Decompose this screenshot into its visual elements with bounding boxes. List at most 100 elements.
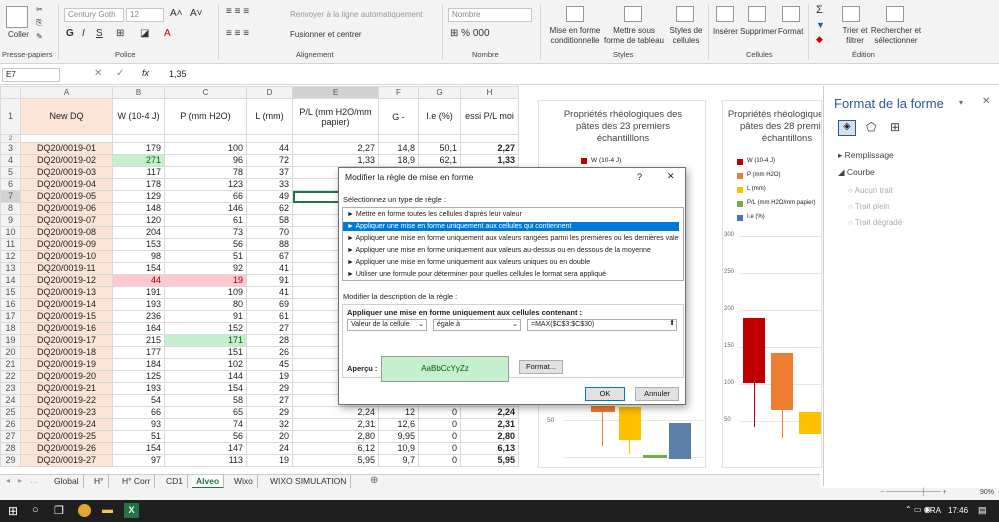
cell[interactable]: DQ20/0019-24 [20,418,113,431]
cell[interactable]: 2,80 [292,430,379,443]
cell[interactable]: 9,95 [378,430,419,443]
cell[interactable]: DQ20/0019-10 [20,250,113,263]
cell[interactable]: 29 [246,406,293,419]
cell[interactable]: 148 [112,202,165,215]
pane-close-icon[interactable]: ✕ [982,96,990,107]
fill-section-toggle[interactable]: ▸ Remplissage [838,150,894,161]
row-header[interactable]: 23 [0,382,21,395]
tab-scroll-left-icon[interactable]: ◂ [6,476,10,485]
cell[interactable]: DQ20/0019-08 [20,226,113,239]
cell[interactable] [460,134,519,143]
cell[interactable]: 91 [246,274,293,287]
cell[interactable]: 0 [418,454,461,467]
cell[interactable]: 204 [112,226,165,239]
format-table-button[interactable]: Mettre sous forme de tableau [602,26,666,46]
cell[interactable]: 12 [378,406,419,419]
cell[interactable]: 179 [112,142,165,155]
clock[interactable]: 17:46 [948,506,968,515]
cell[interactable]: 62 [246,202,293,215]
cell[interactable]: 0 [418,430,461,443]
cell[interactable] [164,134,247,143]
cell[interactable]: 58 [164,394,247,407]
cell[interactable]: 58 [246,214,293,227]
cell[interactable]: 215 [112,334,165,347]
no-line-radio[interactable]: ○ Aucun trait [848,186,893,195]
column-header[interactable]: G [418,86,461,99]
cell[interactable]: DQ20/0019-12 [20,274,113,287]
tab-scroll-right-icon[interactable]: ▸ [18,476,22,485]
sheet-tab[interactable]: H° [90,475,109,489]
cell[interactable]: 88 [246,238,293,251]
range-select-icon[interactable]: ⬆ [669,319,675,327]
header-cell[interactable]: I.e (%) [418,98,461,135]
row-header[interactable]: 20 [0,346,21,359]
fill-line-icon[interactable]: ◈ [838,120,856,136]
cell[interactable]: DQ20/0019-27 [20,454,113,467]
row-header[interactable]: 8 [0,202,21,215]
cell[interactable]: 1,33 [460,154,519,167]
cut-icon[interactable]: ✂ [36,5,43,14]
cell[interactable]: DQ20/0019-22 [20,394,113,407]
cell[interactable]: 93 [112,418,165,431]
column-header[interactable]: B [112,86,165,99]
cell[interactable]: 151 [164,346,247,359]
rule-type-item[interactable]: ► Appliquer une mise en forme uniquement… [343,246,679,255]
box-plot[interactable] [619,407,641,440]
format-table-icon[interactable] [624,6,642,22]
row-header[interactable]: 29 [0,454,21,467]
cell[interactable]: 152 [164,322,247,335]
sheet-tab[interactable]: Wixo [230,475,258,489]
column-header[interactable]: H [460,86,519,99]
cell[interactable]: 73 [164,226,247,239]
cell[interactable]: DQ20/0019-14 [20,298,113,311]
operator-select[interactable]: égale à ⌄ [433,319,521,331]
header-cell[interactable]: essi P/L moi [460,98,519,135]
cell[interactable]: 147 [164,442,247,455]
cell[interactable]: 146 [164,202,247,215]
sheet-tab[interactable]: H° Corr [118,475,156,489]
box-plot[interactable] [799,412,821,434]
cell[interactable]: 49 [246,190,293,203]
cell[interactable]: 193 [112,298,165,311]
row-header[interactable]: 3 [0,142,21,155]
fx-icon[interactable]: fx [142,68,149,78]
row-header[interactable]: 2 [0,134,21,143]
cell[interactable]: 14,8 [378,142,419,155]
cell[interactable]: 96 [164,154,247,167]
cancel-icon[interactable]: ✕ [94,68,102,79]
solid-line-radio[interactable]: ○ Trait plein [848,202,890,211]
cell[interactable] [20,134,113,143]
clear-icon[interactable]: ◆ [816,34,823,45]
cell[interactable]: 50,1 [418,142,461,155]
cell[interactable]: DQ20/0019-20 [20,370,113,383]
box-plot[interactable] [771,353,793,410]
help-button[interactable]: ? [637,172,642,182]
windows-start-icon[interactable]: ⊞ [8,504,18,518]
font-name-box[interactable]: Century Goth [64,8,124,22]
sheet-tab[interactable]: Alveo [192,475,225,489]
condition-type-select[interactable]: Valeur de la cellule ⌄ [347,319,427,331]
cell[interactable]: 125 [112,370,165,383]
row-header[interactable]: 11 [0,238,21,251]
conditional-format-icon[interactable] [566,6,584,22]
align-top-icon[interactable]: ≡ ≡ ≡ [226,6,249,17]
cell[interactable]: 61 [246,310,293,323]
cell[interactable]: DQ20/0019-18 [20,346,113,359]
cell[interactable]: 70 [246,226,293,239]
cell[interactable]: 56 [164,430,247,443]
row-header[interactable]: 24 [0,394,21,407]
cell[interactable]: 51 [112,430,165,443]
cell[interactable]: DQ20/0019-06 [20,202,113,215]
fill-color-icon[interactable]: ◪ [140,28,149,39]
row-header[interactable]: 7 [0,190,21,203]
cell[interactable]: 2,27 [292,142,379,155]
close-dialog-button[interactable]: ✕ [667,171,675,182]
row-header[interactable]: 9 [0,214,21,227]
excel-taskbar-icon[interactable]: X [124,503,139,518]
cell[interactable]: 0 [418,418,461,431]
cell[interactable]: 102 [164,358,247,371]
cell[interactable]: DQ20/0019-09 [20,238,113,251]
cell[interactable]: 178 [112,178,165,191]
sheet-tab[interactable]: WIXO SIMULATION [266,475,352,489]
cell[interactable]: 2,24 [292,406,379,419]
